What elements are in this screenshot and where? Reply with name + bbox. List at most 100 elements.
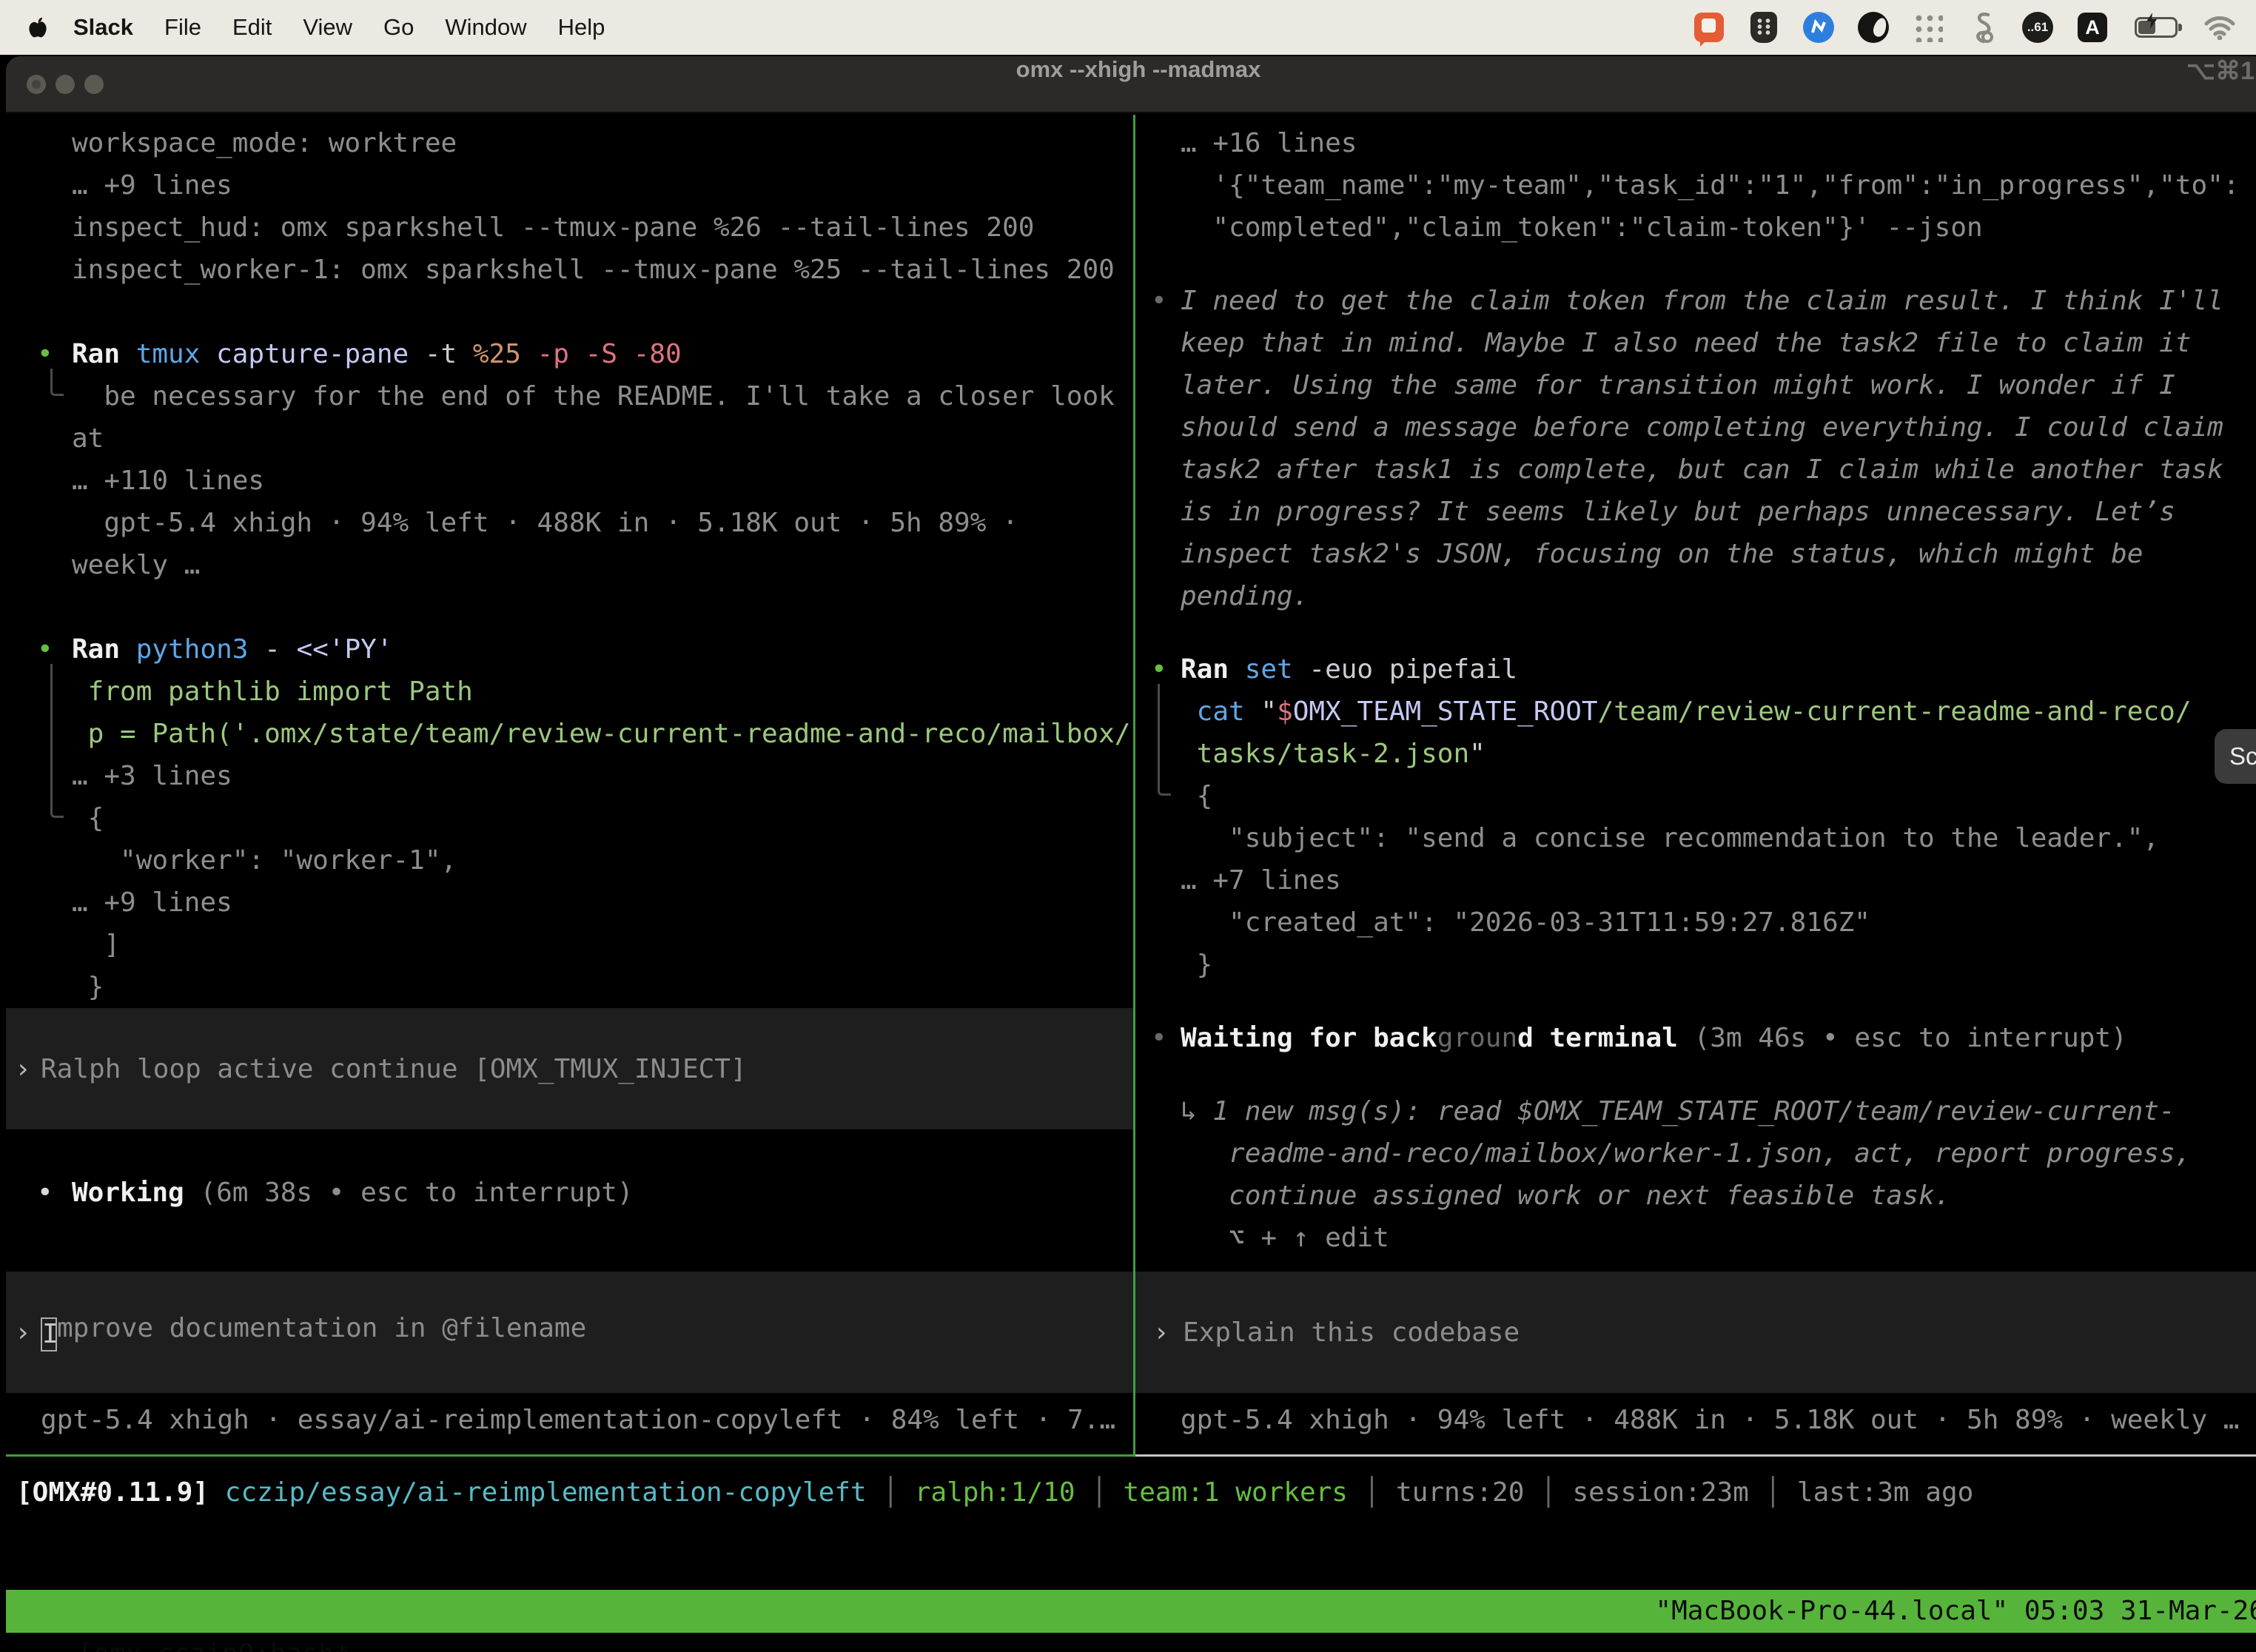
terminal-line: "subject": "send a concise recommendatio… bbox=[1135, 817, 2256, 859]
terminal-line: workspace_mode: worktree bbox=[6, 122, 1133, 164]
menu-item-file[interactable]: File bbox=[149, 14, 217, 40]
pane-bottom-left: › Improve documentation in @filename gpt-5… bbox=[6, 1272, 1133, 1454]
squiggle-icon[interactable] bbox=[1966, 10, 2000, 44]
terminal-line: inspect task2's JSON, focusing on the st… bbox=[1135, 533, 2256, 575]
menu-item-go[interactable]: Go bbox=[368, 14, 429, 40]
terminal-line: } bbox=[1135, 944, 2256, 986]
line-bullet: • bbox=[37, 1172, 53, 1214]
input-placeholder-text: Explain this codebase bbox=[1183, 1317, 1520, 1348]
input-placeholder-text: Improve documentation in @filename bbox=[41, 1313, 586, 1352]
window-title: omx --xhigh --madmax bbox=[6, 56, 2256, 113]
battery-icon[interactable] bbox=[2130, 10, 2182, 44]
terminal-line: •Working (6m 38s • esc to interrupt) bbox=[6, 1172, 1133, 1214]
terminal-line: tasks/task-2.json" bbox=[1135, 733, 2256, 775]
line-bullet: • bbox=[1151, 1017, 1167, 1059]
notice-text: Ralph loop active continue [OMX_TMUX_INJ… bbox=[41, 1054, 747, 1084]
terminal-line: weekly … bbox=[6, 544, 1133, 586]
terminal-line: … +110 lines bbox=[6, 460, 1133, 502]
apple-menu-icon[interactable] bbox=[28, 16, 47, 39]
terminal-line: ↳ 1 new msg(s): read $OMX_TEAM_STATE_ROO… bbox=[1135, 1090, 2256, 1132]
prompt-chevron-icon: › bbox=[15, 1054, 31, 1084]
blue-badge-icon[interactable] bbox=[1802, 10, 1836, 44]
terminal-line: ] bbox=[6, 924, 1133, 966]
line-bullet: • bbox=[1151, 280, 1167, 322]
spacer bbox=[6, 1129, 1133, 1172]
prompt-chevron-icon: › bbox=[1153, 1317, 1169, 1348]
terminal-line: inspect_hud: omx sparkshell --tmux-pane … bbox=[6, 206, 1133, 249]
model-status-line: gpt-5.4 xhigh · 94% left · 488K in · 5.1… bbox=[1135, 1399, 2256, 1441]
terminal-line: { bbox=[1135, 775, 2256, 817]
terminal-window: omx --xhigh --madmax ⌥⌘1 workspace_mode:… bbox=[6, 56, 2256, 1652]
tmux-pane-right: … +16 lines '{"team_name":"my-team","tas… bbox=[1135, 115, 2256, 1454]
chat-app-icon[interactable] bbox=[1692, 10, 1726, 44]
text-cursor: I bbox=[41, 1317, 57, 1352]
line-bullet: • bbox=[37, 333, 53, 375]
wifi-icon[interactable] bbox=[2203, 10, 2237, 44]
terminal-line: gpt-5.4 xhigh · 94% left · 488K in · 5.1… bbox=[6, 502, 1133, 544]
prompt-input-left[interactable]: › Improve documentation in @filename bbox=[6, 1272, 1133, 1393]
terminal-line: at bbox=[6, 417, 1133, 460]
terminal-line: p = Path('.omx/state/team/review-current… bbox=[6, 713, 1133, 755]
terminal-line: ⌥ + ↑ edit bbox=[1135, 1217, 2256, 1259]
pane-border-active bbox=[6, 1454, 1135, 1457]
command-block: •Ran set -euo pipefail cat "$OMX_TEAM_ST… bbox=[1135, 648, 2256, 986]
spacer bbox=[1135, 617, 2256, 648]
tmux-pane-left: workspace_mode: worktree… +9 linesinspec… bbox=[6, 115, 1133, 1454]
terminal-line: … +9 lines bbox=[6, 164, 1133, 206]
prompt-chevron-icon: › bbox=[15, 1317, 31, 1348]
terminal-line: be necessary for the end of the README. … bbox=[6, 375, 1133, 417]
shield-grid-icon[interactable] bbox=[1747, 10, 1781, 44]
menu-item-edit[interactable]: Edit bbox=[217, 14, 287, 40]
spacer bbox=[1135, 249, 2256, 280]
terminal-line: •Ran python3 - <<'PY' bbox=[6, 628, 1133, 671]
terminal-line: … +7 lines bbox=[1135, 859, 2256, 901]
command-block: •Ran tmux capture-pane -t %25 -p -S -80 … bbox=[6, 333, 1133, 586]
tmux-status-bar: [omx-cczip0:bash* "MacBook-Pro-44.local"… bbox=[6, 1590, 2256, 1633]
terminal-line: … +9 lines bbox=[6, 882, 1133, 924]
spacer bbox=[6, 291, 1133, 333]
line-bullet: • bbox=[1151, 648, 1167, 691]
tmux-session-label[interactable]: [omx-cczip0:bash* bbox=[70, 1639, 350, 1652]
terminal-line: later. Using the same for transition mig… bbox=[1135, 364, 2256, 406]
terminal-line: is in progress? It seems likely but perh… bbox=[1135, 491, 2256, 533]
terminal-line: pending. bbox=[1135, 575, 2256, 617]
terminal-line: … +3 lines bbox=[6, 755, 1133, 797]
terminal-line: continue assigned work or next feasible … bbox=[1135, 1175, 2256, 1217]
pane-border-inactive bbox=[1135, 1454, 2256, 1457]
prompt-input-right[interactable]: › Explain this codebase bbox=[1135, 1272, 2256, 1393]
command-block: •Ran python3 - <<'PY' from pathlib impor… bbox=[6, 628, 1133, 1008]
model-status-line: gpt-5.4 xhigh · essay/ai-reimplementatio… bbox=[6, 1399, 1133, 1441]
tmux-host-clock: "MacBook-Pro-44.local" 05:03 31-Mar-26 bbox=[1655, 1590, 2256, 1633]
terminal-line: •Ran set -euo pipefail bbox=[1135, 648, 2256, 691]
terminal-line: •Waiting for background terminal (3m 46s… bbox=[1135, 1017, 2256, 1059]
terminal-content: workspace_mode: worktree… +9 linesinspec… bbox=[6, 115, 2256, 1454]
terminal-line: "worker": "worker-1", bbox=[6, 839, 1133, 882]
menu-app-name[interactable]: Slack bbox=[58, 0, 149, 55]
terminal-line: "completed","claim_token":"claim-token"}… bbox=[1135, 206, 2256, 249]
menu-bar: Slack FileEditViewGoWindowHelp ..61 A bbox=[0, 0, 2256, 55]
gauge-61-icon[interactable]: ..61 bbox=[2021, 10, 2055, 44]
dots-grid-icon[interactable] bbox=[1911, 10, 1945, 44]
spacer bbox=[1135, 986, 2256, 1017]
terminal-line: inspect_worker-1: omx sparkshell --tmux-… bbox=[6, 249, 1133, 291]
menu-item-window[interactable]: Window bbox=[429, 14, 542, 40]
gauge-61-label: ..61 bbox=[2022, 12, 2053, 43]
menu-item-help[interactable]: Help bbox=[543, 14, 621, 40]
terminal-line: … +16 lines bbox=[1135, 122, 2256, 164]
terminal-line: should send a message before completing … bbox=[1135, 406, 2256, 449]
terminal-line: '{"team_name":"my-team","task_id":"1","f… bbox=[1135, 164, 2256, 206]
screen-share-overlay: Scre bbox=[2215, 729, 2256, 784]
menu-item-view[interactable]: View bbox=[287, 14, 368, 40]
window-shortcut-badge: ⌥⌘1 bbox=[2186, 56, 2255, 113]
terminal-line: cat "$OMX_TEAM_STATE_ROOT/team/review-cu… bbox=[1135, 691, 2256, 733]
input-source-label: A bbox=[2078, 13, 2107, 42]
terminal-line: { bbox=[6, 797, 1133, 839]
omx-status-line: [OMX#0.11.9] cczip/essay/ai-reimplementa… bbox=[16, 1471, 2256, 1514]
window-titlebar[interactable]: omx --xhigh --madmax ⌥⌘1 bbox=[6, 56, 2256, 113]
terminal-line: •I need to get the claim token from the … bbox=[1135, 280, 2256, 322]
terminal-line: from pathlib import Path bbox=[6, 671, 1133, 713]
terminal-line: •Ran tmux capture-pane -t %25 -p -S -80 bbox=[6, 333, 1133, 375]
line-bullet: • bbox=[37, 628, 53, 671]
crescent-app-icon[interactable] bbox=[1856, 10, 1890, 44]
input-source-icon[interactable]: A bbox=[2075, 10, 2109, 44]
